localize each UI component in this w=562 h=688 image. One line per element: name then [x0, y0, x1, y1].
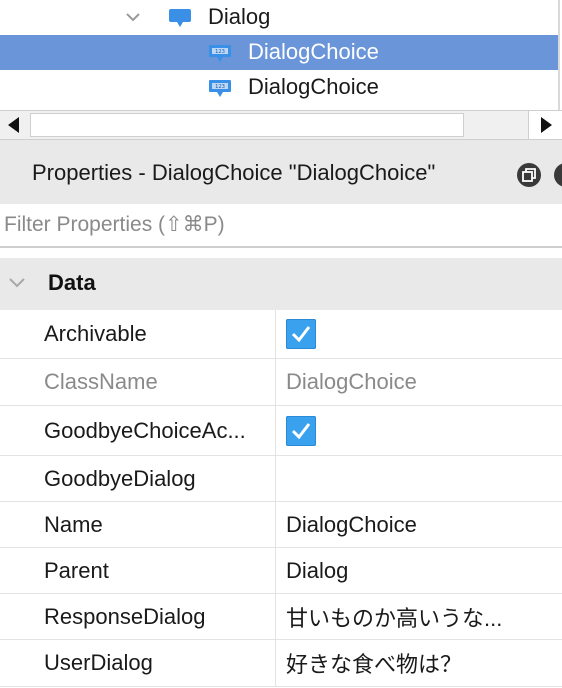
arrow-left-icon — [8, 117, 19, 133]
column-divider — [275, 548, 276, 593]
name-value[interactable]: DialogChoice — [286, 502, 550, 547]
column-divider — [275, 359, 276, 405]
svg-text:123: 123 — [215, 84, 225, 90]
column-divider — [275, 456, 276, 501]
property-row-responsedialog[interactable]: ResponseDialog 甘いものか高いうな... — [0, 594, 562, 640]
user-dialog-value[interactable]: 好きな食べ物は？ — [286, 640, 550, 686]
horizontal-scrollbar[interactable] — [0, 110, 562, 140]
property-row-archivable[interactable]: Archivable — [0, 310, 562, 359]
close-icon[interactable] — [553, 162, 562, 188]
parent-value[interactable]: Dialog — [286, 548, 550, 593]
property-row-goodbyechoiceactive[interactable]: GoodbyeChoiceAc... — [0, 406, 562, 456]
property-value: DialogChoice — [286, 369, 417, 394]
svg-text:123: 123 — [215, 49, 225, 55]
column-divider — [275, 310, 276, 358]
section-label: Data — [48, 270, 96, 295]
section-header-data[interactable]: Data — [0, 258, 562, 310]
column-divider — [275, 502, 276, 547]
property-row-userdialog[interactable]: UserDialog 好きな食べ物は？ — [0, 640, 562, 687]
archivable-checkbox[interactable] — [286, 319, 316, 349]
property-row-parent[interactable]: Parent Dialog — [0, 548, 562, 594]
filter-bar — [0, 204, 562, 248]
scroll-right-button[interactable] — [528, 111, 562, 139]
column-divider — [275, 640, 276, 686]
property-name: ClassName — [44, 369, 158, 394]
properties-title: Properties - DialogChoice "DialogChoice" — [32, 160, 436, 185]
checkmark-icon — [291, 326, 311, 343]
pop-out-icon[interactable] — [516, 162, 542, 188]
tree-item-dialogchoice-selected[interactable]: 123 DialogChoice — [0, 35, 558, 70]
property-name: Parent — [44, 557, 109, 583]
tree-item-label: DialogChoice — [248, 74, 379, 99]
tree-item-label: DialogChoice — [248, 39, 379, 64]
dialog-choice-icon: 123 — [209, 45, 231, 62]
tree-item-dialog[interactable]: Dialog — [0, 0, 558, 35]
property-name: GoodbyeDialog — [44, 465, 196, 491]
column-divider — [275, 594, 276, 639]
panel-divider — [558, 0, 560, 110]
tree-item-dialogchoice[interactable]: 123 DialogChoice — [0, 70, 558, 105]
chevron-down-icon[interactable] — [124, 8, 142, 26]
property-row-goodbyedialog[interactable]: GoodbyeDialog — [0, 456, 562, 502]
property-row-classname[interactable]: ClassName DialogChoice — [0, 359, 562, 406]
goodbye-dialog-value[interactable] — [286, 456, 550, 501]
checkmark-icon — [291, 422, 311, 439]
response-dialog-value[interactable]: 甘いものか高いうな... — [286, 594, 550, 639]
property-name: Archivable — [44, 321, 147, 346]
tree-item-label: Dialog — [208, 4, 271, 29]
scrollbar-thumb[interactable] — [30, 113, 464, 137]
column-divider — [275, 406, 276, 455]
dialog-icon — [169, 9, 191, 27]
chevron-down-icon[interactable] — [8, 276, 26, 290]
dialog-choice-icon: 123 — [209, 80, 231, 97]
property-grid: Archivable ClassName DialogChoice Goodby… — [0, 310, 562, 687]
property-value — [286, 406, 550, 455]
goodbye-choice-active-checkbox[interactable] — [286, 415, 316, 446]
scroll-left-button[interactable] — [0, 111, 30, 139]
property-row-name[interactable]: Name DialogChoice — [0, 502, 562, 548]
property-name: UserDialog — [44, 650, 153, 675]
properties-header: Properties - DialogChoice "DialogChoice" — [0, 140, 562, 204]
property-value — [286, 310, 550, 358]
property-name: GoodbyeChoiceAc... — [44, 417, 246, 443]
filter-properties-input[interactable] — [4, 210, 554, 240]
arrow-right-icon — [541, 117, 552, 133]
property-name: ResponseDialog — [44, 603, 206, 629]
property-name: Name — [44, 511, 103, 537]
